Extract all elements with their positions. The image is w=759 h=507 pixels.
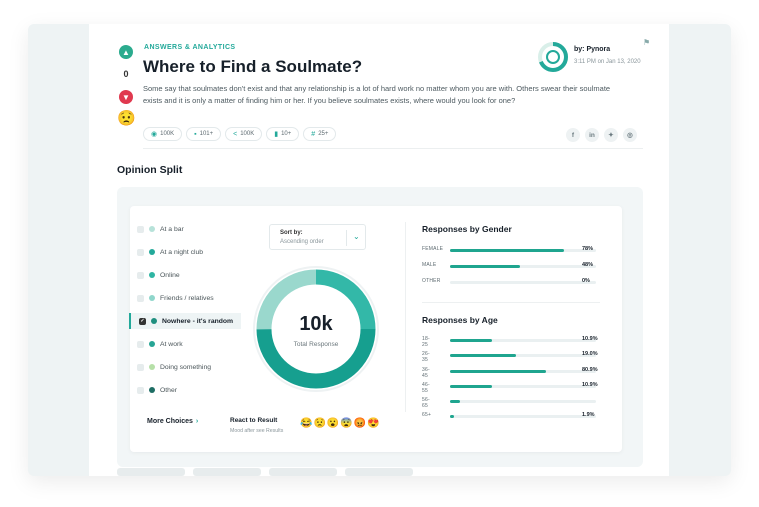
age-title: Responses by Age (422, 315, 498, 325)
panel-divider (405, 222, 406, 412)
instagram-icon[interactable]: ◎ (623, 128, 637, 142)
legend-dot (149, 364, 155, 370)
total-response-value: 10k (299, 313, 333, 335)
chevron-down-icon[interactable]: ⌄ (353, 232, 360, 241)
author-avatar[interactable] (537, 41, 569, 73)
legend-dot (149, 272, 155, 278)
sort-dropdown[interactable]: Sort by: Ascending order ⌄ (269, 224, 366, 250)
option-checkbox[interactable] (137, 340, 144, 348)
legend-dot (149, 249, 155, 255)
legend-dot (149, 387, 155, 393)
author-name[interactable]: by: Pynora (574, 46, 610, 53)
views-stat[interactable]: ◉ 100K (143, 127, 183, 141)
react-subtitle: Mood after see Results (230, 428, 284, 434)
share-icon: < (233, 130, 238, 138)
progress-fill (450, 385, 493, 388)
comments-stat[interactable]: ▪ 101+ (186, 127, 222, 141)
heart-eyes-emoji-icon[interactable]: 😍 (367, 418, 379, 430)
sort-value: Ascending order (280, 239, 324, 245)
progress-track (450, 354, 596, 357)
hashtag-icon: # (311, 130, 316, 138)
facebook-icon[interactable]: f (566, 128, 580, 142)
bottom-tab[interactable] (193, 468, 261, 476)
eye-icon: ◉ (151, 131, 158, 138)
section-title: Opinion Split (117, 164, 183, 176)
progress-track (450, 339, 596, 342)
option-other[interactable]: Other (137, 382, 177, 398)
progress-track (450, 265, 596, 268)
chevron-right-icon: › (195, 418, 199, 425)
linkedin-icon[interactable]: in (585, 128, 599, 142)
gender-title: Responses by Gender (422, 224, 512, 234)
option-at-a-night-club[interactable]: At a night club (137, 244, 203, 260)
react-title: React to Result (230, 417, 278, 424)
question-description: Some say that soulmates don't exist and … (143, 84, 611, 105)
angry-emoji-icon[interactable]: 😡 (354, 418, 366, 430)
option-checkbox[interactable] (137, 225, 144, 233)
page-title: Where to Find a Soulmate? (143, 57, 363, 76)
reaction-emojis: 😂 😟 😮 😨 😡 😍 (300, 418, 380, 430)
section-divider (422, 302, 600, 303)
progress-track (450, 281, 596, 284)
progress-track (450, 370, 596, 373)
progress-fill (450, 339, 493, 342)
more-choices-link[interactable]: More Choices › (147, 418, 198, 425)
legend-dot (149, 226, 155, 232)
document-icon: ▮ (274, 131, 279, 138)
option-checkbox[interactable] (137, 271, 144, 279)
progress-fill (450, 249, 564, 252)
total-response-label: Total Response (293, 341, 339, 348)
sad-emoji-icon[interactable]: 😟 (117, 110, 136, 128)
shares-stat[interactable]: <100K (225, 127, 263, 141)
option-checkbox[interactable] (137, 294, 144, 302)
legend-dot (149, 341, 155, 347)
option-checkbox[interactable] (137, 363, 144, 371)
option-checkbox[interactable] (137, 248, 144, 256)
progress-track (450, 415, 596, 418)
category-label[interactable]: ANSWERS & ANALYTICS (144, 44, 235, 51)
post-date: 3:11 PM on Jan 13, 2020 (574, 59, 641, 65)
worried-emoji-icon[interactable]: 😟 (313, 418, 325, 430)
option-online[interactable]: Online (137, 267, 180, 283)
progress-track (450, 249, 596, 252)
progress-fill (450, 400, 461, 403)
option-friends-relatives[interactable]: Friends / relatives (137, 290, 214, 306)
option-at-work[interactable]: At work (137, 336, 183, 352)
bottom-tab[interactable] (345, 468, 413, 476)
flag-icon[interactable]: ⚑ (643, 38, 650, 47)
documents-stat[interactable]: ▮ 10+ (266, 127, 300, 141)
bottom-tab[interactable] (117, 468, 185, 476)
bottom-tab[interactable] (269, 468, 337, 476)
fearful-emoji-icon[interactable]: 😨 (340, 418, 352, 430)
progress-track (450, 385, 596, 388)
option-at-a-bar[interactable]: At a bar (137, 221, 184, 237)
twitter-icon[interactable]: ✦ (604, 128, 618, 142)
legend-dot (151, 318, 157, 324)
progress-track (450, 400, 596, 403)
option-nowhere-random[interactable]: ✓ Nowhere - it's random (129, 313, 241, 329)
option-checkbox[interactable] (137, 386, 144, 394)
stats-bar: ◉ 100K ▪ 101+ <100K ▮ 10+ #25+ (143, 127, 337, 141)
header-divider (143, 148, 643, 149)
option-doing-something[interactable]: Doing something (137, 359, 211, 375)
progress-fill (450, 370, 547, 373)
vote-count: 0 (123, 69, 129, 79)
progress-fill (450, 265, 521, 268)
hashtags-stat[interactable]: #25+ (303, 127, 337, 141)
progress-fill (450, 415, 455, 418)
thumbs-down-icon[interactable]: ▼ (119, 90, 133, 104)
option-checkbox-checked[interactable]: ✓ (139, 317, 146, 325)
bottom-tabs (117, 468, 413, 476)
legend-dot (149, 295, 155, 301)
thumbs-up-icon[interactable]: ▲ (119, 45, 133, 59)
sort-label: Sort by: (280, 230, 303, 236)
laughing-emoji-icon[interactable]: 😂 (300, 418, 312, 430)
progress-fill (450, 354, 516, 357)
surprised-emoji-icon[interactable]: 😮 (327, 418, 339, 430)
sort-separator (346, 230, 347, 246)
social-links: f in ✦ ◎ (566, 128, 637, 142)
comment-icon: ▪ (194, 130, 197, 138)
